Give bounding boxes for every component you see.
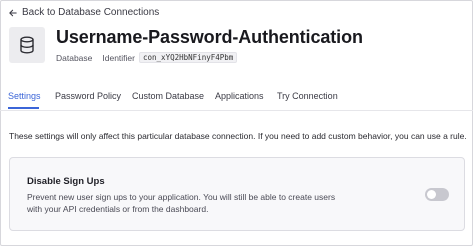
connection-meta: Database Identifier con_xYQ2HbNFinyF4Pbm: [56, 52, 238, 63]
tab-settings[interactable]: Settings: [8, 91, 41, 101]
page-title: Username-Password-Authentication: [56, 27, 363, 47]
identifier-value[interactable]: con_xYQ2HbNFinyF4Pbm: [139, 52, 238, 63]
active-tab-indicator: [8, 107, 39, 109]
database-icon: [9, 27, 45, 63]
disable-signups-toggle[interactable]: [425, 188, 449, 201]
tab-try-connection[interactable]: Try Connection: [277, 91, 338, 101]
tab-bar: Settings Password Policy Custom Database…: [0, 88, 473, 111]
tab-applications[interactable]: Applications: [215, 91, 264, 101]
connection-type: Database: [56, 52, 93, 63]
toggle-knob: [427, 190, 436, 199]
setting-description: Prevent new user sign ups to your applic…: [27, 192, 336, 214]
settings-notice: These settings will only affect this par…: [9, 131, 467, 141]
tab-custom-database[interactable]: Custom Database: [132, 91, 204, 101]
tab-password-policy[interactable]: Password Policy: [55, 91, 121, 101]
disable-signups-card: Disable Sign Ups Prevent new user sign u…: [9, 157, 465, 231]
identifier-label: Identifier: [102, 52, 135, 63]
back-link[interactable]: Back to Database Connections: [9, 7, 159, 18]
setting-title: Disable Sign Ups: [27, 176, 105, 187]
back-link-label[interactable]: Back to Database Connections: [22, 7, 159, 18]
arrow-left-icon: [9, 9, 17, 16]
